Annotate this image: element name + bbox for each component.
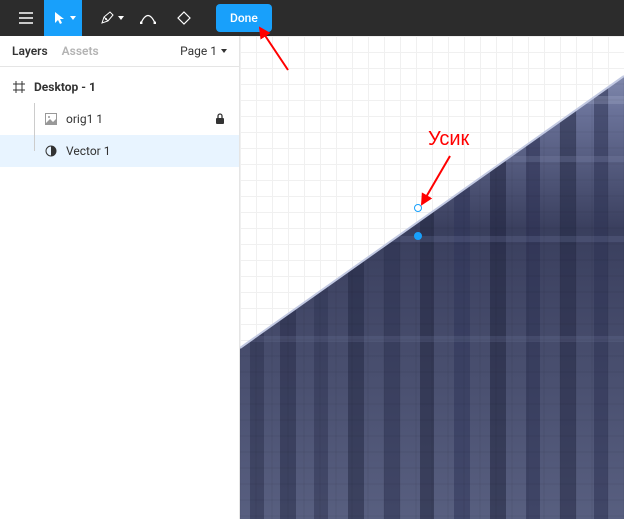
chevron-down-icon <box>221 49 227 53</box>
tree-line <box>28 135 40 167</box>
frame-row[interactable]: Desktop - 1 <box>0 71 239 103</box>
lock-icon[interactable] <box>215 113 227 125</box>
canvas-content-image <box>240 36 624 519</box>
chevron-down-icon <box>118 16 124 20</box>
vector-icon <box>44 144 58 158</box>
page-selector-label: Page 1 <box>180 44 217 58</box>
paint-bucket-button[interactable] <box>166 0 202 36</box>
frame-icon <box>12 80 26 94</box>
page-selector[interactable]: Page 1 <box>180 44 227 58</box>
pen-tool-button[interactable] <box>90 0 130 36</box>
divider <box>0 66 239 67</box>
image-icon <box>44 112 58 126</box>
canvas[interactable] <box>240 36 624 519</box>
tree-line <box>28 103 40 135</box>
done-button[interactable]: Done <box>216 4 272 32</box>
pen-tool-icon <box>100 11 114 25</box>
anchor-point[interactable] <box>414 232 422 240</box>
layers-sidebar: Layers Assets Page 1 Desktop - 1 orig1 1 <box>0 36 240 519</box>
done-button-label: Done <box>230 11 258 25</box>
top-toolbar: Done <box>0 0 624 36</box>
layer-name: orig1 1 <box>66 112 103 126</box>
anchor-point-handle[interactable] <box>414 204 422 212</box>
bend-tool-button[interactable] <box>130 0 166 36</box>
tab-assets[interactable]: Assets <box>62 44 99 58</box>
layer-name: Vector 1 <box>66 144 110 158</box>
diamond-icon <box>177 11 191 25</box>
hamburger-icon <box>19 12 33 24</box>
layer-row-vector[interactable]: Vector 1 <box>0 135 239 167</box>
bend-tool-icon <box>140 12 156 24</box>
chevron-down-icon <box>70 16 76 20</box>
move-tool-button[interactable] <box>44 0 82 36</box>
frame-name: Desktop - 1 <box>34 80 96 94</box>
tab-layers[interactable]: Layers <box>12 44 48 58</box>
move-tool-icon <box>54 11 66 25</box>
layer-row-image[interactable]: orig1 1 <box>0 103 239 135</box>
hamburger-menu-button[interactable] <box>8 0 44 36</box>
